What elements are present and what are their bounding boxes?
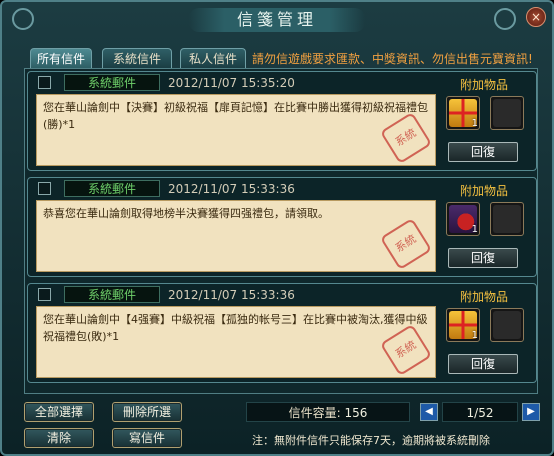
mail-checkbox[interactable] (38, 182, 51, 195)
attachment-slot[interactable]: 1 (446, 308, 480, 342)
attachment-qty: 1 (471, 118, 478, 129)
window-title: 信箋管理 (188, 8, 365, 32)
warning-notice: 請勿信遊戲要求匯款、中獎資訊、勿信出售元寶資訊! (252, 52, 533, 66)
mail-body: 恭喜您在華山論劍取得地榜半決賽獲得四强禮包，請領取。 系統 (36, 200, 436, 272)
capacity-label: 信件容量: (288, 406, 341, 420)
attachment-qty: 1 (471, 330, 478, 341)
attachment-slot[interactable]: 1 (446, 202, 480, 236)
mail-manager-window: 信箋管理 × 所有信件 系統信件 私人信件 請勿信遊戲要求匯款、中獎資訊、勿信出… (0, 0, 554, 456)
close-button[interactable]: × (526, 7, 546, 27)
tab-all-mail[interactable]: 所有信件 (30, 48, 92, 70)
reply-button[interactable]: 回復 (448, 354, 518, 374)
mail-sender: 系統郵件 (64, 74, 160, 91)
mail-item[interactable]: 系統郵件 2012/11/07 15:33:36 附加物品 恭喜您在華山論劍取得… (27, 177, 537, 277)
mail-body: 您在華山論劍中【決賽】初級祝福【扉頁記憶】在比賽中勝出獲得初級祝福禮包(勝)*1… (36, 94, 436, 166)
ornament-icon (12, 8, 34, 30)
title-bar: 信箋管理 × (2, 2, 552, 36)
mail-sender: 系統郵件 (64, 286, 160, 303)
capacity-value: 156 (344, 406, 368, 420)
attachment-label: 附加物品 (460, 290, 509, 304)
reply-button[interactable]: 回復 (448, 248, 518, 268)
attachment-slot-empty (490, 308, 524, 342)
attachment-qty: 1 (471, 224, 478, 235)
stamp-icon: 系統 (379, 111, 433, 165)
ornament-icon (494, 8, 516, 30)
mail-body: 您在華山論劍中【4强賽】中級祝福【孤独的帐号三】在比賽中被淘汰,獲得中級祝福禮包… (36, 306, 436, 378)
mail-capacity: 信件容量: 156 (246, 402, 410, 422)
attachment-slot-empty (490, 96, 524, 130)
clear-button[interactable]: 清除 (24, 428, 94, 448)
stamp-icon: 系統 (379, 217, 433, 271)
footer-note: 注：無附件信件只能保存7天，逾期將被系統刪除 (252, 434, 490, 447)
attachment-slot-empty (490, 202, 524, 236)
mail-date: 2012/11/07 15:33:36 (168, 288, 295, 302)
prev-page-button[interactable]: ◀ (420, 403, 438, 421)
stamp-icon: 系統 (379, 323, 433, 377)
delete-selected-button[interactable]: 刪除所選 (112, 402, 182, 422)
mail-item[interactable]: 系統郵件 2012/11/07 15:35:20 附加物品 您在華山論劍中【決賽… (27, 71, 537, 171)
reply-button[interactable]: 回復 (448, 142, 518, 162)
attachment-label: 附加物品 (460, 184, 509, 198)
compose-button[interactable]: 寫信件 (112, 428, 182, 448)
select-all-button[interactable]: 全部選擇 (24, 402, 94, 422)
mail-sender: 系統郵件 (64, 180, 160, 197)
attachment-slot[interactable]: 1 (446, 96, 480, 130)
next-page-button[interactable]: ▶ (522, 403, 540, 421)
mail-body-text: 恭喜您在華山論劍取得地榜半決賽獲得四强禮包，請領取。 (43, 207, 329, 220)
tab-system-mail[interactable]: 系統信件 (102, 48, 172, 70)
tab-private-mail[interactable]: 私人信件 (180, 48, 246, 70)
mail-date: 2012/11/07 15:35:20 (168, 76, 295, 90)
mail-checkbox[interactable] (38, 288, 51, 301)
mail-date: 2012/11/07 15:33:36 (168, 182, 295, 196)
mail-item[interactable]: 系統郵件 2012/11/07 15:33:36 附加物品 您在華山論劍中【4强… (27, 283, 537, 383)
page-indicator: 1/52 (442, 402, 518, 422)
attachment-label: 附加物品 (460, 78, 509, 92)
mail-checkbox[interactable] (38, 76, 51, 89)
mail-body-text: 您在華山論劍中【決賽】初級祝福【扉頁記憶】在比賽中勝出獲得初級祝福禮包(勝)*1 (43, 101, 428, 131)
mail-list: 系統郵件 2012/11/07 15:35:20 附加物品 您在華山論劍中【決賽… (24, 68, 538, 394)
mail-body-text: 您在華山論劍中【4强賽】中級祝福【孤独的帐号三】在比賽中被淘汰,獲得中級祝福禮包… (43, 313, 428, 343)
